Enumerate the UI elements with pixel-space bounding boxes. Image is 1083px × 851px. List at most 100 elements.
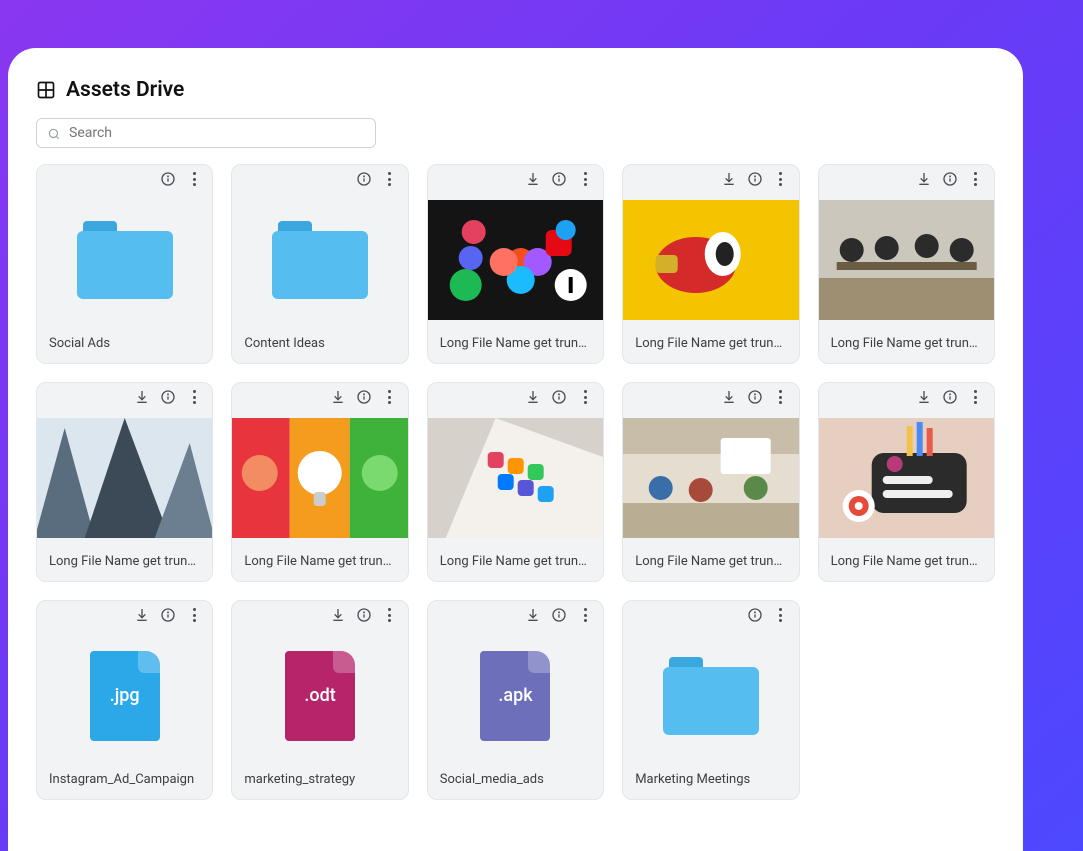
asset-name: marketing_strategy [232,762,407,799]
more-icon[interactable] [186,389,202,405]
more-icon[interactable] [186,607,202,623]
page-header: Assets Drive [8,78,1023,102]
card-actions [37,601,212,629]
more-icon[interactable] [382,171,398,187]
image-thumb [428,193,603,326]
info-icon[interactable] [942,171,958,187]
info-icon[interactable] [747,171,763,187]
download-icon[interactable] [525,607,541,623]
download-icon[interactable] [721,389,737,405]
info-icon[interactable] [747,607,763,623]
file-thumb: .apk [428,629,603,762]
main-panel: Assets Drive Social Ads Content Ideas Lo… [8,48,1023,851]
download-icon[interactable] [525,389,541,405]
asset-card[interactable]: .odt marketing_strategy [231,600,408,800]
asset-name: Content Ideas [232,326,407,363]
info-icon[interactable] [551,607,567,623]
asset-card[interactable]: Long File Name get truncated with ellips… [427,382,604,582]
file-icon: .jpg [90,651,160,741]
asset-name: Long File Name get truncated with ellips… [819,326,994,363]
card-actions [428,383,603,411]
folder-icon [663,657,759,735]
folder-icon [77,221,173,299]
search-icon [47,126,61,140]
download-icon[interactable] [330,389,346,405]
more-icon[interactable] [773,607,789,623]
asset-card[interactable]: .jpg Instagram_Ad_Campaign [36,600,213,800]
asset-name: Long File Name get truncated with ellips… [623,326,798,363]
card-actions [232,383,407,411]
image-thumb [428,411,603,544]
more-icon[interactable] [968,171,984,187]
info-icon[interactable] [551,389,567,405]
download-icon[interactable] [916,389,932,405]
download-icon[interactable] [134,607,150,623]
file-icon: .apk [480,651,550,741]
card-actions [428,601,603,629]
info-icon[interactable] [942,389,958,405]
asset-name: Long File Name get truncated with ellips… [232,544,407,581]
card-actions [623,383,798,411]
asset-grid: Social Ads Content Ideas Long File Name … [8,164,1023,828]
info-icon[interactable] [160,171,176,187]
asset-name: Long File Name get truncated with ellips… [37,544,212,581]
asset-card[interactable]: Long File Name get truncated with ellips… [36,382,213,582]
asset-name: Long File Name get truncated with ellips… [819,544,994,581]
info-icon[interactable] [356,607,372,623]
more-icon[interactable] [773,171,789,187]
info-icon[interactable] [160,389,176,405]
file-ext: .jpg [110,685,140,706]
image-thumb [819,411,994,544]
info-icon[interactable] [747,389,763,405]
more-icon[interactable] [577,171,593,187]
download-icon[interactable] [525,171,541,187]
asset-card[interactable]: Long File Name get truncated with ellips… [231,382,408,582]
info-icon[interactable] [160,607,176,623]
download-icon[interactable] [916,171,932,187]
more-icon[interactable] [968,389,984,405]
asset-card[interactable]: .apk Social_media_ads [427,600,604,800]
image-thumb [819,193,994,326]
asset-name: Social_media_ads [428,762,603,799]
more-icon[interactable] [577,389,593,405]
info-icon[interactable] [356,389,372,405]
search-box[interactable] [36,118,376,148]
more-icon[interactable] [186,171,202,187]
search-input[interactable] [69,125,365,141]
card-actions [232,601,407,629]
asset-card[interactable]: Social Ads [36,164,213,364]
asset-name: Social Ads [37,326,212,363]
info-icon[interactable] [551,171,567,187]
more-icon[interactable] [382,607,398,623]
file-icon: .odt [285,651,355,741]
asset-name: Long File Name get truncated with ellips… [623,544,798,581]
asset-card[interactable]: Content Ideas [231,164,408,364]
asset-card[interactable]: Long File Name get truncated with ellips… [622,382,799,582]
download-icon[interactable] [721,171,737,187]
card-actions [232,165,407,193]
image-thumb [37,411,212,544]
asset-card[interactable]: Long File Name get truncated with ellips… [818,164,995,364]
folder-thumb [623,629,798,762]
more-icon[interactable] [382,389,398,405]
asset-card[interactable]: Long File Name get truncated with ellips… [427,164,604,364]
file-ext: .apk [498,685,532,706]
file-ext: .odt [304,685,335,706]
download-icon[interactable] [330,607,346,623]
info-icon[interactable] [356,171,372,187]
asset-card[interactable]: Long File Name get truncated with ellips… [818,382,995,582]
download-icon[interactable] [134,389,150,405]
card-actions [623,601,798,629]
asset-card[interactable]: Marketing Meetings [622,600,799,800]
folder-thumb [37,193,212,326]
asset-name: Long File Name get truncated with ellips… [428,326,603,363]
more-icon[interactable] [773,389,789,405]
asset-name: Long File Name get truncated with ellips… [428,544,603,581]
card-actions [37,383,212,411]
asset-card[interactable]: Long File Name get truncated with ellips… [622,164,799,364]
folder-thumb [232,193,407,326]
image-thumb [623,193,798,326]
image-thumb [232,411,407,544]
more-icon[interactable] [577,607,593,623]
file-thumb: .jpg [37,629,212,762]
